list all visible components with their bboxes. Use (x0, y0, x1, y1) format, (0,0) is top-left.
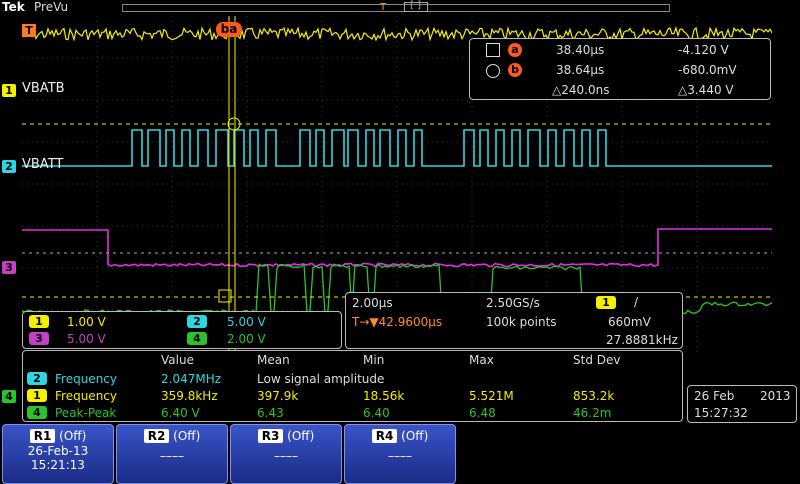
table-row[interactable]: 4 Peak-Peak 6.40 V 6.43 6.40 6.48 46.2m (23, 405, 682, 422)
ref-r4-empty: –––– (388, 449, 412, 463)
meas-header-min: Min (363, 353, 385, 367)
trigger-level: 660mV (608, 315, 651, 329)
cursor-a-square-icon (486, 43, 500, 57)
trigger-frequency: 27.8881kHz (606, 333, 678, 347)
cursor-b-time: 38.64µs (556, 63, 605, 77)
ch4-scale: 2.00 V (227, 332, 266, 346)
ref-r3-button[interactable]: R3 (Off) –––– (230, 424, 342, 484)
meas-max: 5.521M (469, 389, 514, 403)
ch2-label: VBATT (22, 157, 64, 172)
meas-mean: 397.9k (257, 389, 299, 403)
acquisition-mode: PreVu (34, 0, 69, 14)
table-row[interactable]: 1 Frequency 359.8kHz 397.9k 18.56k 5.521… (23, 388, 682, 405)
brand-logo: Tek (2, 0, 25, 14)
vertical-scale-panel[interactable]: 1 1.00 V 2 5.00 V 3 5.00 V 4 2.00 V (22, 311, 342, 349)
meas-header-max: Max (469, 353, 494, 367)
ch2-waveform (22, 129, 772, 167)
meas-min: 18.56k (363, 389, 405, 403)
meas-header-mean: Mean (257, 353, 290, 367)
meas-ch-badge: 2 (27, 372, 47, 385)
cursor-b-tag: b (508, 63, 522, 77)
ref-r3-state: (Off) (287, 429, 315, 443)
ref-r1-button[interactable]: R1 (Off) 26-Feb-13 15:21:13 (2, 424, 114, 484)
cursor-readout-panel: a 38.40µs -4.120 V b 38.64µs -680.0mV △2… (469, 38, 771, 100)
meas-max: 6.48 (469, 406, 496, 420)
meas-ch-badge: 1 (27, 389, 47, 402)
meas-ch-badge: 4 (27, 406, 47, 419)
ch3-scale: 5.00 V (67, 332, 106, 346)
meas-mean: 6.43 (257, 406, 284, 420)
meas-name: Peak-Peak (55, 406, 117, 420)
meas-name: Frequency (55, 389, 117, 403)
horizontal-trigger-panel[interactable]: 2.00µs 2.50GS/s 1 / T→▼42.9600µs 100k po… (345, 292, 683, 349)
ch3-scale-badge: 3 (29, 332, 49, 345)
ch1-scale: 1.00 V (67, 315, 106, 329)
time: 15:27:32 (694, 406, 748, 420)
ch4-marker[interactable]: 4 (2, 390, 16, 403)
ref-r1-date: 26-Feb-13 (27, 444, 89, 458)
ref-r1-time: 15:21:13 (31, 458, 85, 472)
ch2-scale: 5.00 V (227, 315, 266, 329)
ch3-waveform (22, 228, 772, 268)
year: 2013 (760, 389, 791, 403)
meas-value: 2.047MHz (161, 372, 222, 386)
ref-r1-state: (Off) (59, 429, 87, 443)
trigger-slope-icon: / (634, 295, 639, 309)
cursor-a-volt: -4.120 V (678, 43, 729, 57)
horizontal-position: T→▼42.9600µs (352, 315, 443, 329)
ref-r1-name: R1 (29, 429, 56, 443)
ref-r2-state: (Off) (173, 429, 201, 443)
meas-stddev: 853.2k (573, 389, 615, 403)
timebase: 2.00µs (352, 296, 393, 310)
meas-name: Frequency (55, 372, 117, 386)
trigger-source-badge: 1 (596, 296, 616, 309)
ch1-label: VBATB (22, 81, 65, 96)
cursor-delta-volt: △3.440 V (678, 83, 734, 97)
cursor-delta-time: △240.0ns (552, 83, 610, 97)
cursor-b-circle-icon (486, 64, 500, 78)
table-row[interactable]: 2 Frequency 2.047MHz Low signal amplitud… (23, 371, 682, 388)
cursor-a-tag: a (508, 43, 522, 57)
ch2-marker[interactable]: 2 (2, 160, 16, 173)
ref-r4-button[interactable]: R4 (Off) –––– (344, 424, 456, 484)
date: 26 Feb (694, 389, 735, 403)
meas-header-value: Value (161, 353, 194, 367)
meas-stddev: 46.2m (573, 406, 612, 420)
sample-rate: 2.50GS/s (486, 296, 540, 310)
ch3-marker[interactable]: 3 (2, 261, 16, 274)
ref-r4-name: R4 (371, 429, 398, 443)
meas-value: 6.40 V (161, 406, 200, 420)
ref-r2-button[interactable]: R2 (Off) –––– (116, 424, 228, 484)
trigger-level-marker[interactable]: T (22, 24, 36, 37)
ch4-scale-badge: 4 (187, 332, 207, 345)
top-status-bar: Tek PreVu T [ ] (0, 0, 800, 16)
bracket-marker: [ ] (410, 0, 421, 11)
cursor-tag[interactable]: ba (216, 22, 242, 37)
ref-r3-name: R3 (257, 429, 284, 443)
meas-value: 359.8kHz (161, 389, 218, 403)
ref-r4-state: (Off) (401, 429, 429, 443)
measurements-panel[interactable]: Value Mean Min Max Std Dev 2 Frequency 2… (22, 350, 683, 422)
ref-r2-name: R2 (143, 429, 170, 443)
ch1-scale-badge: 1 (29, 315, 49, 328)
cursor-b-volt: -680.0mV (678, 63, 737, 77)
ch2-scale-badge: 2 (187, 315, 207, 328)
record-length: 100k points (486, 315, 557, 329)
date-time-panel: 26 Feb 2013 15:27:32 (687, 385, 797, 423)
record-view-bar (122, 4, 670, 12)
cursor-a-time: 38.40µs (556, 43, 605, 57)
meas-min: 6.40 (363, 406, 390, 420)
meas-header-stddev: Std Dev (573, 353, 621, 367)
meas-mean: Low signal amplitude (257, 372, 385, 386)
ref-r3-empty: –––– (274, 449, 298, 463)
ref-r2-empty: –––– (160, 449, 184, 463)
trigger-position-marker: T (380, 2, 387, 13)
ch1-marker[interactable]: 1 (2, 84, 16, 97)
